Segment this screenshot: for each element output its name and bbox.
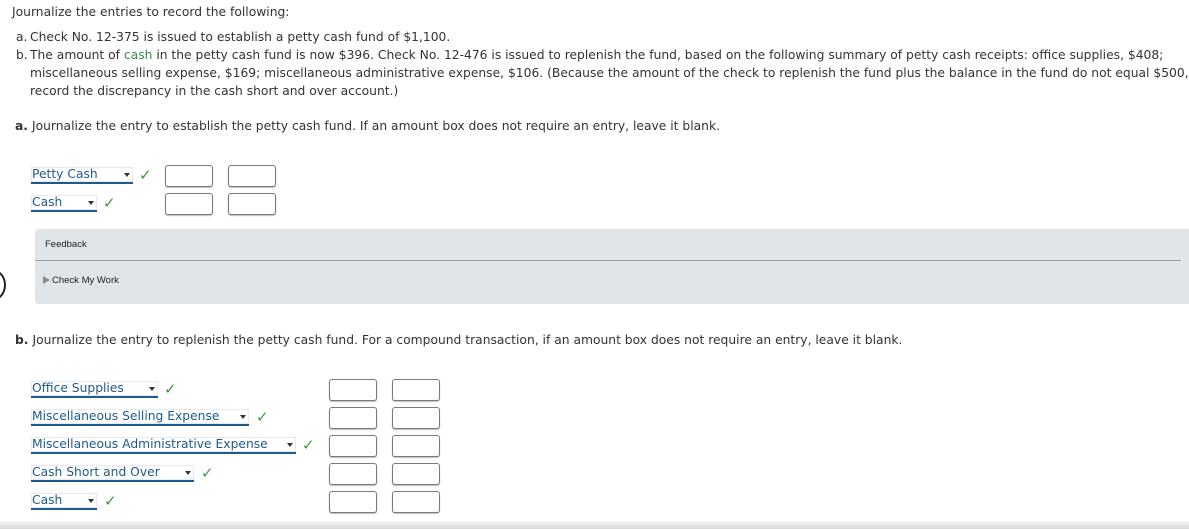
account-value: Cash Short and Over — [32, 465, 160, 479]
item-text: in the petty cash fund is now $396. Chec… — [152, 48, 1164, 62]
credit-amount-input[interactable] — [392, 435, 440, 457]
credit-amount-input[interactable] — [228, 193, 276, 215]
feedback-divider — [35, 260, 1181, 261]
chevron-down-icon — [185, 471, 191, 475]
account-select-office-supplies[interactable]: Office Supplies — [31, 381, 158, 398]
debit-amount-input[interactable] — [165, 193, 213, 215]
chevron-down-icon — [88, 201, 94, 205]
debit-amount-input[interactable] — [329, 491, 377, 513]
problem-item-a: a. Check No. 12-375 is issued to establis… — [16, 28, 450, 46]
chevron-down-icon — [287, 443, 293, 447]
account-select-petty-cash[interactable]: Petty Cash — [31, 167, 133, 184]
account-select-cash[interactable]: Cash — [31, 493, 97, 510]
correct-check-icon: ✓ — [164, 380, 177, 398]
part-b-instruction: b. Journalize the entry to replenish the … — [15, 333, 902, 347]
account-value: Office Supplies — [32, 381, 124, 395]
item-label: b. — [16, 48, 28, 62]
debit-amount-input[interactable] — [329, 407, 377, 429]
problem-item-b-line3: record the discrepancy in the cash short… — [30, 84, 399, 98]
part-a-label: a. — [15, 119, 28, 133]
debit-amount-input[interactable] — [329, 435, 377, 457]
account-value: Miscellaneous Administrative Expense — [32, 437, 268, 451]
correct-check-icon: ✓ — [256, 408, 269, 426]
account-select-cash[interactable]: Cash — [31, 195, 97, 212]
credit-amount-input[interactable] — [392, 491, 440, 513]
correct-check-icon: ✓ — [302, 436, 315, 454]
check-my-work-label: Check My Work — [52, 275, 119, 286]
check-my-work-toggle[interactable]: Check My Work — [43, 275, 119, 286]
account-select-cash-short-and-over[interactable]: Cash Short and Over — [31, 465, 194, 482]
credit-amount-input[interactable] — [392, 463, 440, 485]
chevron-down-icon — [240, 415, 246, 419]
chevron-down-icon — [88, 499, 94, 503]
chevron-down-icon — [124, 173, 130, 177]
expand-triangle-icon — [43, 276, 50, 284]
credit-amount-input[interactable] — [228, 165, 276, 187]
problem-intro: Journalize the entries to record the fol… — [12, 5, 290, 19]
problem-item-b: b. The amount of cash in the petty cash f… — [16, 46, 1163, 64]
feedback-title: Feedback — [45, 239, 87, 250]
debit-amount-input[interactable] — [165, 165, 213, 187]
correct-check-icon: ✓ — [103, 194, 116, 212]
credit-amount-input[interactable] — [392, 407, 440, 429]
glossary-link-cash[interactable]: cash — [124, 48, 153, 62]
part-b-label: b. — [15, 333, 29, 347]
correct-check-icon: ✓ — [139, 166, 152, 184]
chevron-down-icon — [149, 387, 155, 391]
account-select-misc-selling-expense[interactable]: Miscellaneous Selling Expense — [31, 409, 249, 426]
problem-item-b-line2: miscellaneous selling expense, $169; mis… — [30, 66, 1189, 80]
edge-partial-circle — [0, 270, 6, 300]
item-label: a. — [16, 30, 28, 44]
correct-check-icon: ✓ — [104, 492, 117, 510]
item-text: Check No. 12-375 is issued to establish … — [30, 30, 451, 44]
account-value: Cash — [32, 195, 63, 209]
account-value: Cash — [32, 493, 63, 507]
credit-amount-input[interactable] — [392, 379, 440, 401]
item-text: The amount of — [30, 48, 124, 62]
part-b-instruction-text: Journalize the entry to replenish the pe… — [32, 333, 903, 347]
account-value: Miscellaneous Selling Expense — [32, 409, 220, 423]
part-a-instruction: a. Journalize the entry to establish the … — [15, 119, 720, 133]
account-select-misc-admin-expense[interactable]: Miscellaneous Administrative Expense — [31, 437, 296, 454]
bottom-scroll-edge — [0, 521, 1189, 529]
debit-amount-input[interactable] — [329, 463, 377, 485]
part-a-instruction-text: Journalize the entry to establish the pe… — [31, 119, 720, 133]
account-value: Petty Cash — [32, 167, 98, 181]
debit-amount-input[interactable] — [329, 379, 377, 401]
correct-check-icon: ✓ — [201, 464, 214, 482]
feedback-panel: Feedback Check My Work — [35, 229, 1189, 304]
